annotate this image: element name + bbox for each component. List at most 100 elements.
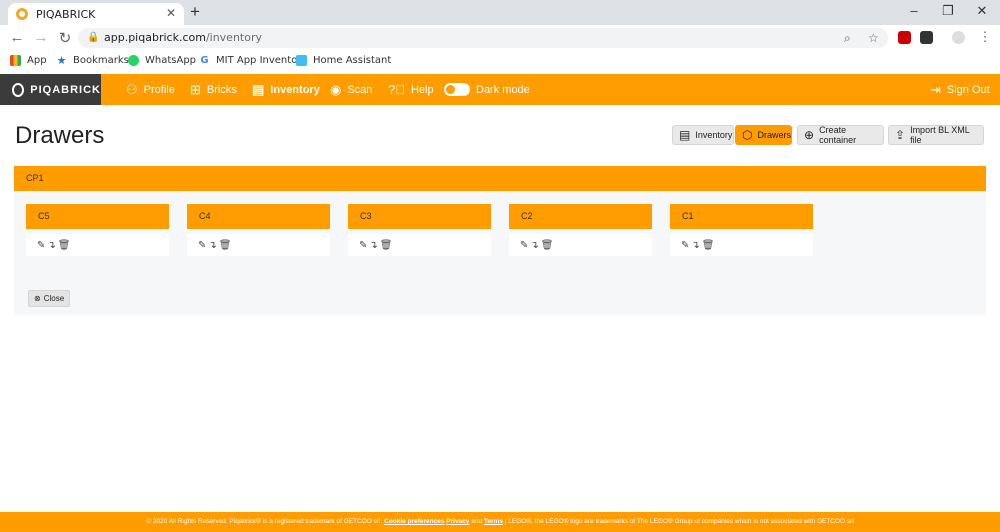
piqabrick-logo[interactable]: PIQABRICK	[0, 74, 101, 105]
bookmark-star-icon[interactable]: ☆	[868, 28, 879, 48]
bookmark-label: WhatsApp	[145, 55, 197, 66]
browser-tab[interactable]: PIQABRICK ✕	[8, 3, 184, 25]
back-icon[interactable]: ←	[8, 29, 26, 46]
url-path: /inventory	[205, 31, 262, 44]
kebab-menu-icon[interactable]: ⋮	[976, 29, 994, 45]
url-host: app.piqabrick.com	[104, 31, 206, 44]
nav-help[interactable]: ?⃝ Help	[388, 74, 434, 105]
close-label: Close	[43, 294, 65, 303]
trash-icon[interactable]: 🗑	[702, 240, 715, 251]
edit-icon[interactable]: ✎	[37, 240, 45, 251]
drawer-header[interactable]: C1	[670, 204, 813, 229]
drawer-header[interactable]: C3	[348, 204, 491, 229]
drawer-card: C2 ✎ ↴ 🗑	[509, 204, 652, 256]
extension-icon[interactable]	[920, 31, 933, 44]
nav-profile[interactable]: ⚇ Profile	[126, 74, 175, 105]
bookmark-mit-app-inventor[interactable]: G MIT App Inventor	[199, 55, 301, 66]
drawer-actions: ✎ ↴ 🗑	[26, 234, 169, 256]
drawer-card: C3 ✎ ↴ 🗑	[348, 204, 491, 256]
bookmark-label: Home Assistant	[313, 55, 392, 66]
page-title: Drawers	[15, 122, 105, 149]
restore-icon[interactable]: ❐	[938, 3, 958, 19]
nav-label: Help	[410, 83, 434, 96]
close-tab-icon[interactable]: ✕	[166, 6, 176, 20]
box-icon: ⬡	[742, 128, 753, 142]
sign-out-button[interactable]: ⇥ Sign Out	[930, 74, 990, 105]
drawers-view-button[interactable]: ⬡ Drawers	[735, 125, 792, 145]
terms-link[interactable]: Terms	[484, 518, 503, 525]
trash-icon[interactable]: 🗑	[541, 240, 554, 251]
drawer-header[interactable]: C4	[187, 204, 330, 229]
cookie-preferences-link[interactable]: Cookie preferences	[384, 518, 444, 525]
bookmark-home-assistant[interactable]: Home Assistant	[296, 55, 391, 66]
move-icon[interactable]: ↴	[47, 240, 55, 251]
whatsapp-icon	[128, 55, 139, 66]
inventory-view-button[interactable]: ▤ Inventory	[672, 125, 734, 145]
drawer-actions: ✎ ↴ 🗑	[670, 234, 813, 256]
reload-icon[interactable]: ↻	[56, 29, 74, 47]
move-icon[interactable]: ↴	[369, 240, 377, 251]
container-header[interactable]: CP1	[14, 166, 986, 191]
nav-bricks[interactable]: ⊞ Bricks	[190, 74, 237, 105]
drawer-name: C3	[360, 211, 372, 221]
move-icon[interactable]: ↴	[691, 240, 699, 251]
browser-tab-strip: PIQABRICK ✕ + – ❐ ✕	[0, 0, 1000, 25]
zoom-icon[interactable]: ⌕	[844, 28, 851, 48]
app-navbar: PIQABRICK ⚇ Profile ⊞ Bricks ▤ Inventory…	[0, 74, 1000, 105]
edit-icon[interactable]: ✎	[681, 240, 689, 251]
help-circle-icon: ?⃝	[388, 82, 405, 97]
logo-icon	[12, 82, 25, 97]
edit-icon[interactable]: ✎	[198, 240, 206, 251]
edit-icon[interactable]: ✎	[520, 240, 528, 251]
nav-scan[interactable]: ◉ Scan	[330, 74, 372, 105]
edit-icon[interactable]: ✎	[359, 240, 367, 251]
sign-out-icon: ⇥	[930, 82, 941, 97]
grid-icon: ⊞	[190, 82, 201, 97]
bookmark-whatsapp[interactable]: WhatsApp	[128, 55, 196, 66]
drawer-header[interactable]: C2	[509, 204, 652, 229]
bookmark-bookmarks[interactable]: ★ Bookmarks	[56, 55, 129, 66]
import-xml-button[interactable]: ⇪ Import BL XML file	[888, 125, 984, 145]
bookmark-label: App	[27, 55, 47, 66]
move-icon[interactable]: ↴	[208, 240, 216, 251]
minimize-icon[interactable]: –	[904, 3, 924, 18]
close-container-button[interactable]: ⊗ Close	[28, 290, 71, 307]
new-tab-icon[interactable]: +	[190, 2, 200, 22]
logo-text: PIQABRICK	[30, 83, 101, 96]
nav-inventory[interactable]: ▤ Inventory	[252, 74, 320, 105]
privacy-link[interactable]: Privacy	[446, 518, 469, 525]
nav-label: Dark mode	[476, 83, 530, 96]
trash-icon[interactable]: 🗑	[58, 240, 71, 251]
move-icon[interactable]: ↴	[530, 240, 538, 251]
drawer-card: C1 ✎ ↴ 🗑	[670, 204, 813, 256]
star-icon: ★	[56, 54, 67, 67]
profile-avatar-icon[interactable]	[952, 31, 965, 44]
user-icon: ⚇	[126, 82, 138, 97]
trash-icon[interactable]: 🗑	[219, 240, 232, 251]
ublock-extension-icon[interactable]	[898, 31, 911, 44]
sign-out-label: Sign Out	[946, 83, 990, 96]
drawer-name: C2	[521, 211, 533, 221]
toggle-icon[interactable]	[444, 83, 470, 96]
close-window-icon[interactable]: ✕	[972, 3, 992, 19]
nav-label: Scan	[347, 83, 373, 96]
lock-icon: 🔒	[87, 32, 100, 43]
drawer-header[interactable]: C5	[26, 204, 169, 229]
trash-icon[interactable]: 🗑	[380, 240, 393, 251]
drawer-name: C1	[682, 211, 694, 221]
bookmark-label: MIT App Inventor	[216, 55, 302, 66]
button-label: Drawers	[757, 130, 791, 140]
dark-mode-toggle[interactable]: Dark mode	[444, 74, 530, 105]
button-label: Create container	[819, 125, 857, 145]
apps-grid-icon	[10, 55, 21, 66]
drawer-actions: ✎ ↴ 🗑	[509, 234, 652, 256]
forward-icon[interactable]: →	[32, 29, 50, 46]
archive-box-icon: ▤	[252, 82, 265, 97]
footer-lego-notice: | LEGO®, the LEGO® logo are trademarks o…	[504, 518, 854, 525]
drawer-name: C4	[199, 211, 211, 221]
bookmark-app[interactable]: App	[10, 55, 47, 66]
address-bar[interactable]: 🔒 app.piqabrick.com/inventory ⌕ ☆	[78, 28, 888, 48]
create-container-button[interactable]: ⊕ Create container	[797, 125, 884, 145]
drawer-name: C5	[38, 211, 50, 221]
close-circle-icon: ⊗	[34, 294, 41, 303]
